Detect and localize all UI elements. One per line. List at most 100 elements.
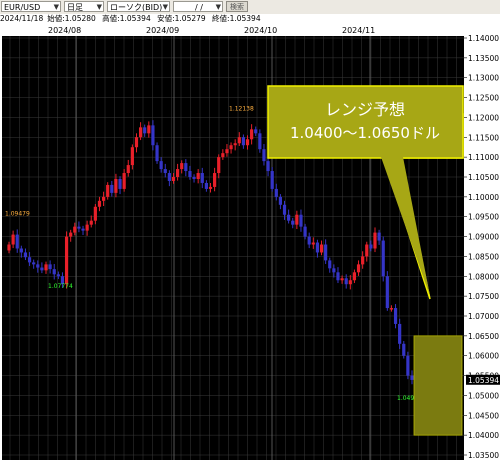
candle-body [258, 133, 262, 150]
candle-body [348, 280, 352, 285]
y-tick-label: 1.14000 [468, 34, 499, 43]
info-low-label: 安値: [157, 14, 175, 23]
date-input-value: / / [195, 3, 203, 12]
candle-body [147, 125, 151, 134]
y-tick-label: 1.09500 [468, 213, 499, 222]
forecast-range-box [413, 335, 463, 436]
y-tick-label: 1.13500 [468, 54, 499, 63]
candle-body [233, 143, 237, 146]
candle-body [287, 214, 291, 221]
y-tick-label: 1.11000 [468, 153, 499, 162]
chevron-down-icon: ▼ [215, 3, 221, 11]
period-value: 日足 [67, 3, 83, 12]
search-button[interactable]: 検索 [226, 1, 248, 12]
info-close-label: 終値: [212, 14, 230, 23]
info-date: 2024/11/18 [0, 14, 44, 23]
candle-body [110, 184, 114, 193]
candle-body [196, 173, 200, 179]
y-tick-label: 1.06500 [468, 332, 499, 341]
y-tick-label: 1.08000 [468, 272, 499, 281]
candlestick-chart[interactable]: 2024/08 2024/09 2024/10 2024/11 1.14000 1.13… [0, 24, 500, 460]
y-tick-label: 1.06000 [468, 352, 499, 361]
candle-body [221, 153, 225, 158]
extreme-price-label: 1.07774 [48, 283, 73, 290]
candle-body [340, 278, 344, 281]
candle-body [163, 169, 167, 174]
candle-body [81, 228, 85, 231]
candle-body [352, 272, 357, 281]
y-tick-label: 1.04500 [468, 411, 499, 420]
candle-body [398, 323, 402, 344]
forecast-title: レンジ予想 [325, 100, 405, 119]
x-tick-label: 2024/08 [48, 26, 81, 35]
candle-body [369, 244, 373, 249]
y-tick-label: 1.09000 [468, 233, 499, 242]
chevron-down-icon: ▼ [53, 3, 59, 11]
symbol-select[interactable]: EUR/USD ▼ [1, 1, 61, 12]
y-tick-label: 1.03500 [468, 451, 499, 460]
candle-body [225, 149, 229, 154]
candle-body [176, 169, 180, 177]
candle-body [270, 171, 274, 189]
date-input[interactable]: / / ▼ [173, 1, 223, 12]
candle-body [291, 220, 295, 225]
candle-body [118, 178, 122, 189]
candle-body [114, 178, 118, 193]
info-low: 1.05279 [174, 14, 206, 23]
candle-body [336, 272, 340, 281]
chevron-down-icon: ▼ [162, 3, 168, 11]
candle-body [262, 149, 266, 162]
chart-kind-select[interactable]: ローソク(BID) ▼ [107, 1, 170, 12]
candle-body [266, 161, 270, 172]
y-tick-label: 1.13000 [468, 74, 499, 83]
candle-body [138, 127, 143, 138]
candle-body [56, 274, 60, 277]
candle-body [393, 308, 398, 324]
info-open-label: 始値: [47, 14, 65, 23]
candle-body [200, 173, 204, 183]
candle-body [356, 264, 361, 273]
x-tick-label: 2024/10 [244, 26, 277, 35]
candle-body [184, 163, 188, 172]
candle-body [299, 214, 303, 227]
candle-body [315, 242, 320, 253]
candle-body [365, 244, 369, 257]
y-tick-label: 1.04000 [468, 431, 499, 440]
y-tick-label: 1.12500 [468, 94, 499, 103]
candle-body [324, 244, 328, 261]
candle-body [381, 240, 385, 277]
candle-body [32, 262, 36, 265]
candle-body [229, 145, 233, 150]
price-info-bar: 2024/11/18 始値:1.05280 高値:1.05394 安値:1.052… [0, 14, 500, 24]
candle-body [97, 200, 102, 207]
candle-body [122, 173, 126, 189]
candle-body [295, 214, 299, 225]
candle-body [143, 127, 147, 134]
candle-body [311, 242, 315, 245]
candle-body [192, 177, 196, 179]
candle-body [344, 278, 348, 285]
candle-body [134, 137, 139, 148]
candle-body [328, 260, 332, 269]
candle-body [332, 268, 336, 273]
chart-window: EUR/USD ▼ 日足 ▼ ローソク(BID) ▼ / / ▼ 検索 2024… [0, 0, 500, 460]
period-select[interactable]: 日足 ▼ [64, 1, 104, 12]
candle-body [11, 234, 15, 245]
candle-body [77, 226, 81, 229]
candle-body [48, 264, 52, 270]
candle-body [278, 196, 283, 205]
candle-body [106, 184, 110, 197]
info-open: 1.05280 [64, 14, 96, 23]
candle-body [36, 264, 40, 268]
candle-body [213, 173, 217, 187]
candle-body [389, 308, 394, 310]
x-tick-label: 2024/09 [146, 26, 179, 35]
y-tick-label: 1.10000 [468, 193, 499, 202]
candle-body [19, 248, 23, 253]
candle-body [373, 232, 377, 249]
candle-body [377, 232, 381, 241]
y-tick-label: 1.08500 [468, 252, 499, 261]
chart-kind-value: ローソク(BID) [110, 3, 163, 12]
candle-body [208, 186, 213, 189]
candle-body [188, 171, 192, 177]
